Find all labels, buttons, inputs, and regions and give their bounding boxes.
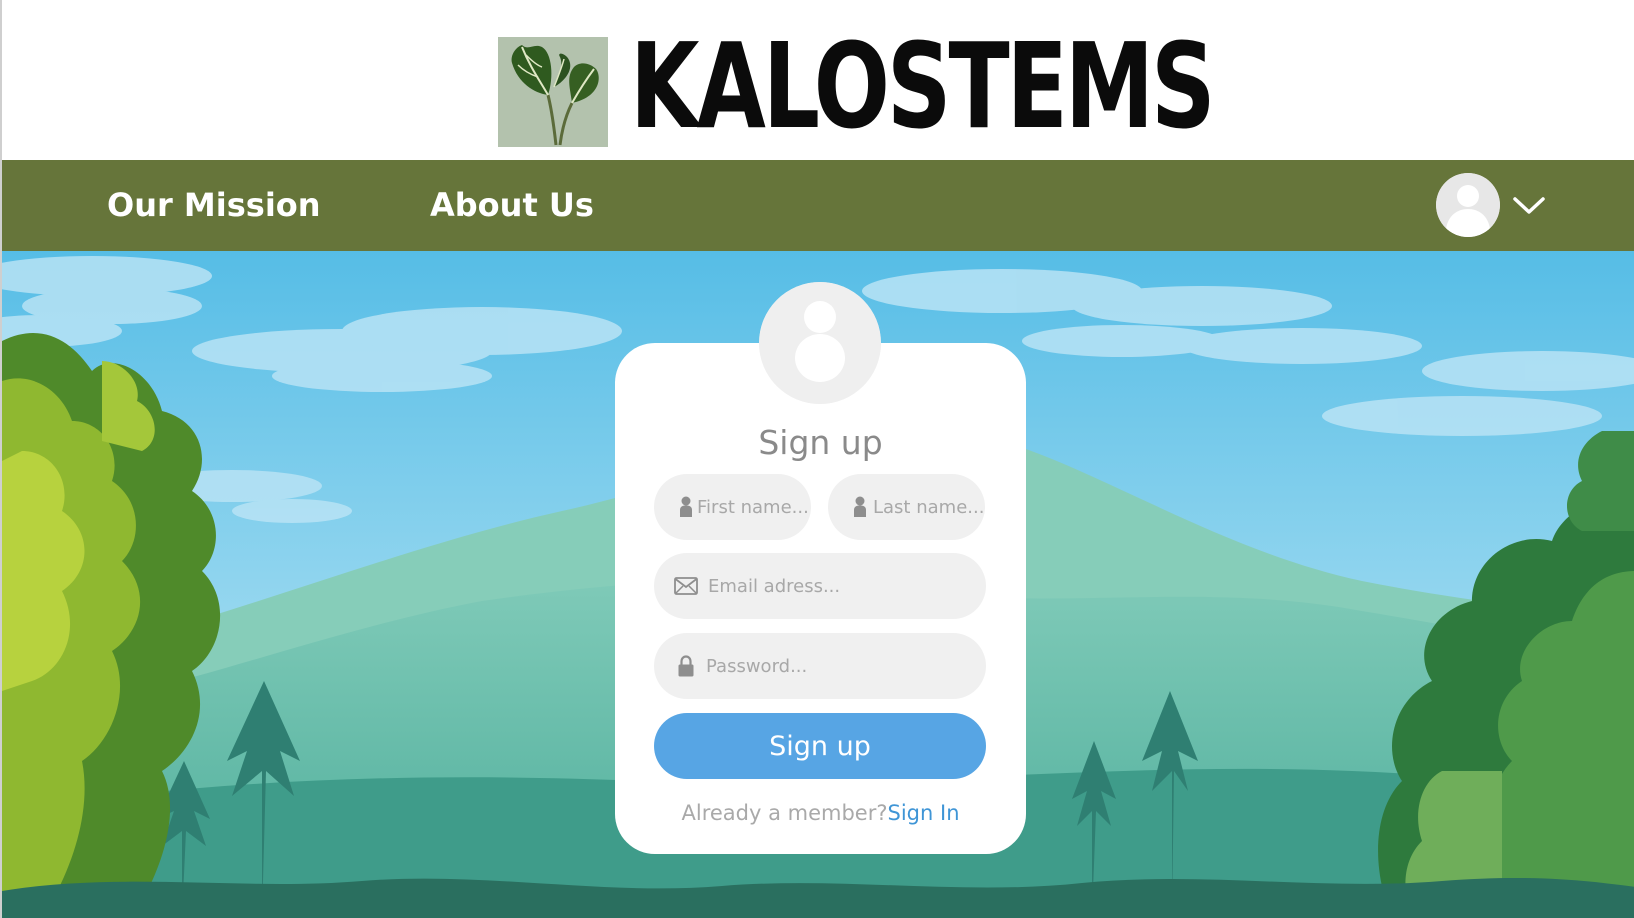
member-prompt-text: Already a member? [681, 801, 888, 825]
chevron-down-icon[interactable] [1512, 190, 1546, 220]
profile-avatar-icon [759, 282, 881, 404]
first-name-field[interactable] [654, 474, 811, 540]
signup-title: Sign up [758, 423, 883, 462]
person-icon [679, 496, 693, 518]
signin-prompt: Already a member?Sign In [615, 797, 1026, 829]
email-input[interactable] [708, 575, 986, 597]
envelope-icon [674, 577, 698, 595]
password-field[interactable] [654, 633, 986, 699]
user-avatar-icon[interactable] [1436, 173, 1500, 237]
nav-our-mission[interactable]: Our Mission [107, 160, 321, 251]
signup-button[interactable]: Sign up [654, 713, 986, 779]
last-name-input[interactable] [873, 496, 985, 518]
nav-about-us[interactable]: About Us [430, 160, 594, 251]
brand-name: KALOSTEMS [630, 17, 1216, 155]
lock-icon [678, 655, 694, 677]
email-field[interactable] [654, 553, 986, 619]
signin-link[interactable]: Sign In [888, 801, 960, 825]
site-header: KALOSTEMS [2, 0, 1634, 160]
first-name-input[interactable] [697, 496, 811, 518]
plant-leaves-icon[interactable] [498, 37, 608, 147]
signup-page: KALOSTEMS Our Mission About Us Sign up F… [0, 0, 1634, 918]
last-name-field[interactable] [828, 474, 985, 540]
main-nav: Our Mission About Us [2, 160, 1634, 251]
person-icon [853, 496, 867, 518]
password-input[interactable] [706, 655, 986, 677]
